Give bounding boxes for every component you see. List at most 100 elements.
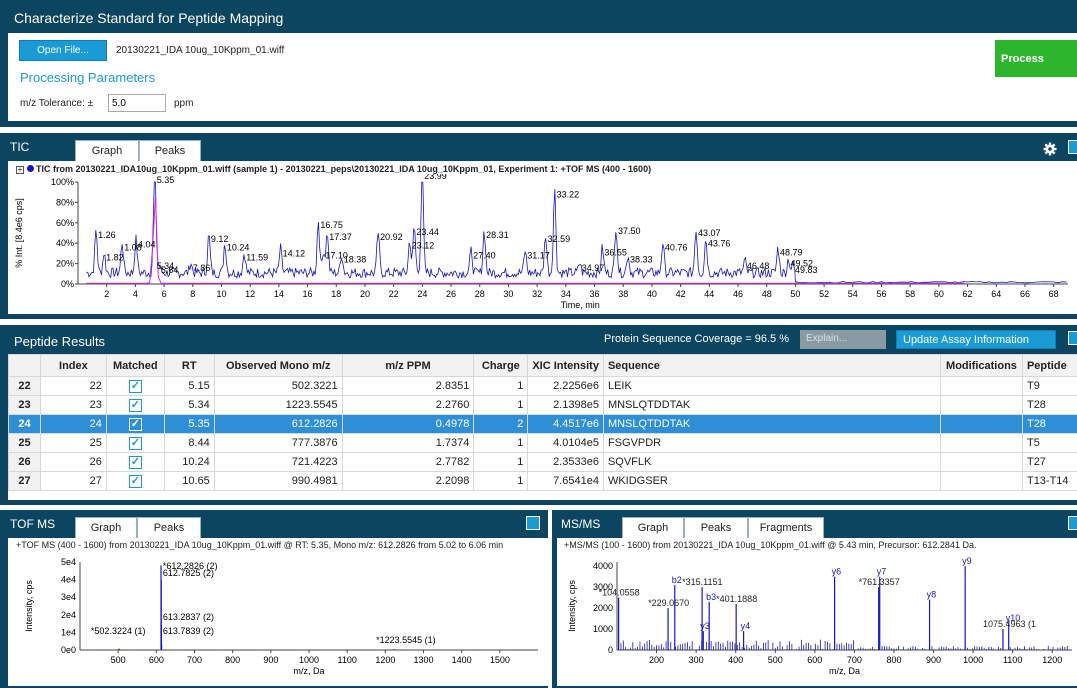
column-header[interactable]: Sequence <box>602 354 941 377</box>
peak-label: 16.75 <box>320 220 343 230</box>
modifications-cell <box>939 395 1023 415</box>
modifications-cell <box>939 433 1023 453</box>
expand-icon[interactable]: + <box>16 166 24 174</box>
x-tick-label: 4 <box>133 289 138 299</box>
maximize-icon[interactable] <box>1068 140 1077 154</box>
matched-checkbox[interactable]: ✓ <box>128 474 142 488</box>
table-row[interactable]: 25 25 ✓ 8.44 777.3876 1.7374 1 4.0104e5 FSGVPDR T… <box>8 433 1077 453</box>
peak-label: y9 <box>962 556 972 566</box>
xic-cell: 7.6541e4 <box>527 471 604 491</box>
msms-chart[interactable]: 40003000200010000200 300 400 500 600 700 800 90… <box>557 552 1077 686</box>
x-tick-label: 6 <box>162 289 167 299</box>
y-tick-label: 1e4 <box>61 627 76 637</box>
matched-checkbox[interactable]: ✓ <box>128 417 142 431</box>
peak-label: 18.38 <box>344 255 367 265</box>
x-tick-label: 500 <box>768 655 783 665</box>
column-header[interactable]: XIC Intensity <box>527 354 604 377</box>
y-tick-label: 0% <box>61 279 74 289</box>
tab-graph[interactable]: Graph <box>75 140 139 161</box>
maximize-icon[interactable] <box>1068 516 1077 530</box>
trace-dot-icon <box>26 165 34 172</box>
table-row[interactable]: 27 27 ✓ 10.65 990.4981 2.2098 1 7.6541e4 WKIDGSE… <box>8 471 1077 491</box>
y-tick-label: 5e4 <box>61 557 76 567</box>
file-name: 20130221_IDA 10ug_10Kppm_01.wiff <box>116 45 285 56</box>
matched-cell: ✓ <box>105 376 165 396</box>
tolerance-input[interactable] <box>108 94 166 112</box>
x-tick-label: 8 <box>190 289 195 299</box>
x-tick-label: 2 <box>104 289 109 299</box>
tab-peaks[interactable]: Peaks <box>139 140 201 161</box>
matched-checkbox[interactable]: ✓ <box>128 379 142 393</box>
mz-cell: 1223.5545 <box>213 395 343 415</box>
sequence-cell: FSGVPDR <box>602 433 941 453</box>
column-header[interactable]: m/z PPM <box>341 354 475 377</box>
tofms-description: +TOF MS (400 - 1600) from 20130221_IDA 1… <box>16 540 504 550</box>
x-tick-label: 62 <box>963 289 973 299</box>
index-cell: 22 <box>39 376 107 396</box>
column-header[interactable]: Index <box>39 354 107 377</box>
tab-fragments[interactable]: Fragments <box>748 517 824 538</box>
charge-cell: 1 <box>473 376 529 396</box>
x-tick-label: 58 <box>905 289 915 299</box>
processing-params-link[interactable]: Processing Parameters <box>20 70 155 85</box>
peak-label: y7 <box>877 567 887 577</box>
maximize-icon[interactable] <box>1068 331 1077 345</box>
table-row[interactable]: 24 24 ✓ 5.35 612.2826 0.4978 2 4.4517e6 MNSLQTDD… <box>8 414 1077 434</box>
y-tick-label: 4e4 <box>61 575 76 585</box>
table-row[interactable]: 26 26 ✓ 10.24 721.4223 2.7782 1 2.3533e6 SQVFLK T… <box>8 452 1077 472</box>
matched-cell: ✓ <box>105 433 165 453</box>
x-tick-label: 14 <box>274 289 284 299</box>
table-row[interactable]: 22 22 ✓ 5.15 502.3221 2.8351 1 2.2256e6 LEIK T9 <box>8 376 1077 396</box>
peak-label: 38.33 <box>630 255 653 265</box>
matched-checkbox[interactable]: ✓ <box>128 398 142 412</box>
gear-icon[interactable] <box>1043 142 1057 156</box>
x-tick-label: 1000 <box>963 655 983 665</box>
x-tick-label: 600 <box>807 655 822 665</box>
update-assay-button[interactable]: Update Assay Information <box>896 330 1056 349</box>
row-header: 27 <box>8 471 41 491</box>
x-tick-label: 10 <box>216 289 226 299</box>
tofms-chart[interactable]: 5e4 4e4 3e4 2e4 1e4 0e0 500 600 700 800 900 1000 110… <box>8 552 548 686</box>
tab-graph[interactable]: Graph <box>75 517 137 538</box>
explain-button[interactable]: Explain... <box>800 330 886 349</box>
tab-peaks[interactable]: Peaks <box>684 517 748 538</box>
table-row[interactable]: 23 23 ✓ 5.34 1223.5545 2.2760 1 2.1398e5 MNSLQTD… <box>8 395 1077 415</box>
y-tick-label: 100% <box>51 177 74 187</box>
charge-cell: 1 <box>473 395 529 415</box>
tic-title: TIC <box>10 140 30 154</box>
peak-label: 48.79 <box>780 248 803 258</box>
maximize-icon[interactable] <box>526 516 540 530</box>
column-header[interactable]: Matched <box>105 354 165 377</box>
column-header[interactable]: Observed Mono m/z <box>213 354 343 377</box>
matched-cell: ✓ <box>105 414 165 434</box>
sequence-cell: MNSLQTDDTAK <box>602 414 941 434</box>
tab-peaks[interactable]: Peaks <box>137 517 201 538</box>
column-header[interactable]: Charge <box>473 354 529 377</box>
y-tick-label: 0e0 <box>61 645 76 655</box>
tic-chart[interactable]: 100%80%60%40%20%0%2 4 6 8 10 12 14 16 18 20 22 24 26… <box>8 174 1077 314</box>
matched-checkbox[interactable]: ✓ <box>128 436 142 450</box>
process-button[interactable]: Process <box>995 40 1077 77</box>
modifications-cell <box>939 414 1023 434</box>
mz-cell: 502.3221 <box>213 376 343 396</box>
explain-label: Explain... <box>806 333 848 344</box>
column-header[interactable]: Modifications <box>939 354 1023 377</box>
sequence-cell: WKIDGSER <box>602 471 941 491</box>
column-header[interactable]: RT <box>163 354 215 377</box>
matched-checkbox[interactable]: ✓ <box>128 455 142 469</box>
x-tick-label: 1000 <box>299 655 319 665</box>
sequence-cell: MNSLQTDDTAK <box>602 395 941 415</box>
tolerance-unit: ppm <box>174 98 194 109</box>
peak-label: 28.31 <box>486 230 509 240</box>
tab-graph[interactable]: Graph <box>622 517 684 538</box>
column-header[interactable]: Peptide <box>1021 354 1077 377</box>
peak-label: 23.12 <box>412 240 435 250</box>
peak-label: 23.99 <box>424 174 447 181</box>
x-tick-label: 52 <box>819 289 829 299</box>
tolerance-label: m/z Tolerance: ± <box>20 98 94 109</box>
y-tick-label: 2000 <box>593 603 613 613</box>
peak-label: 5.35 <box>157 175 175 185</box>
open-file-button[interactable]: Open File... <box>19 40 107 61</box>
mz-cell: 777.3876 <box>213 433 343 453</box>
peak-label: 14.12 <box>283 249 306 259</box>
